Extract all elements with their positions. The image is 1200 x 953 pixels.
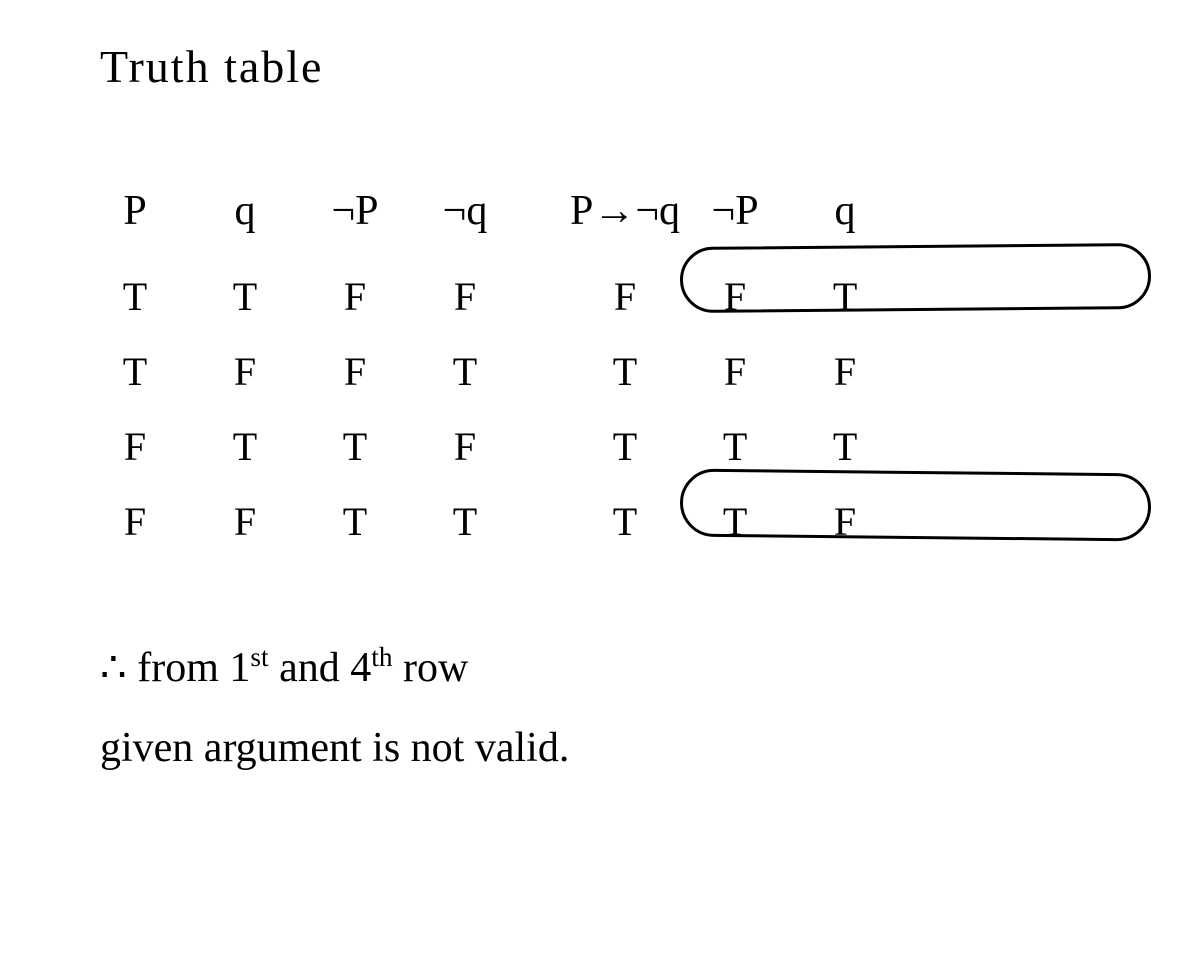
cell: T — [680, 409, 790, 484]
table-row: T T F F F F T — [80, 259, 900, 334]
header-not-p-2: ¬P — [680, 173, 790, 259]
table-row: F F T T T T F — [80, 484, 900, 559]
header-p-implies-not-q: P→¬q — [570, 173, 680, 259]
cell: F — [190, 484, 300, 559]
page-title: Truth table — [100, 40, 1140, 93]
cell: T — [790, 259, 900, 334]
conclusion-line1-prefix: ∴ from 1 — [100, 645, 250, 691]
header-not-q: ¬q — [410, 173, 520, 259]
cell: T — [680, 484, 790, 559]
column-gap — [520, 259, 570, 334]
cell: F — [790, 484, 900, 559]
ordinal-suffix: st — [250, 642, 268, 672]
cell: F — [300, 259, 410, 334]
cell: T — [410, 484, 520, 559]
cell: F — [790, 334, 900, 409]
cell: F — [570, 259, 680, 334]
cell: F — [410, 259, 520, 334]
cell: F — [80, 484, 190, 559]
cell: T — [80, 259, 190, 334]
cell: T — [80, 334, 190, 409]
conclusion-line2: given argument is not valid. — [100, 725, 569, 771]
cell: T — [300, 409, 410, 484]
conclusion-line1-mid: and 4 — [269, 645, 372, 691]
header-p: P — [80, 173, 190, 259]
cell: F — [190, 334, 300, 409]
column-gap — [520, 409, 570, 484]
cell: T — [410, 334, 520, 409]
truth-table: P q ¬P ¬q P→¬q ¬P q T T F F F F T — [80, 173, 900, 559]
header-not-p: ¬P — [300, 173, 410, 259]
table-row: T F F T T F F — [80, 334, 900, 409]
cell: F — [300, 334, 410, 409]
cell: T — [570, 334, 680, 409]
conclusion-text: ∴ from 1st and 4th row given argument is… — [100, 629, 1140, 789]
table-header-row: P q ¬P ¬q P→¬q ¬P q — [80, 173, 900, 259]
truth-table-container: P q ¬P ¬q P→¬q ¬P q T T F F F F T — [80, 173, 1140, 559]
cell: T — [790, 409, 900, 484]
header-q: q — [190, 173, 300, 259]
cell: F — [80, 409, 190, 484]
cell: T — [190, 409, 300, 484]
cell: T — [190, 259, 300, 334]
header-q-2: q — [790, 173, 900, 259]
table-row: F T T F T T T — [80, 409, 900, 484]
cell: F — [410, 409, 520, 484]
cell: F — [680, 334, 790, 409]
cell: T — [570, 484, 680, 559]
cell: T — [300, 484, 410, 559]
ordinal-suffix: th — [371, 642, 392, 672]
column-gap — [520, 484, 570, 559]
column-gap — [520, 334, 570, 409]
conclusion-line1-after: row — [392, 645, 468, 691]
cell: F — [680, 259, 790, 334]
column-gap — [520, 173, 570, 259]
cell: T — [570, 409, 680, 484]
